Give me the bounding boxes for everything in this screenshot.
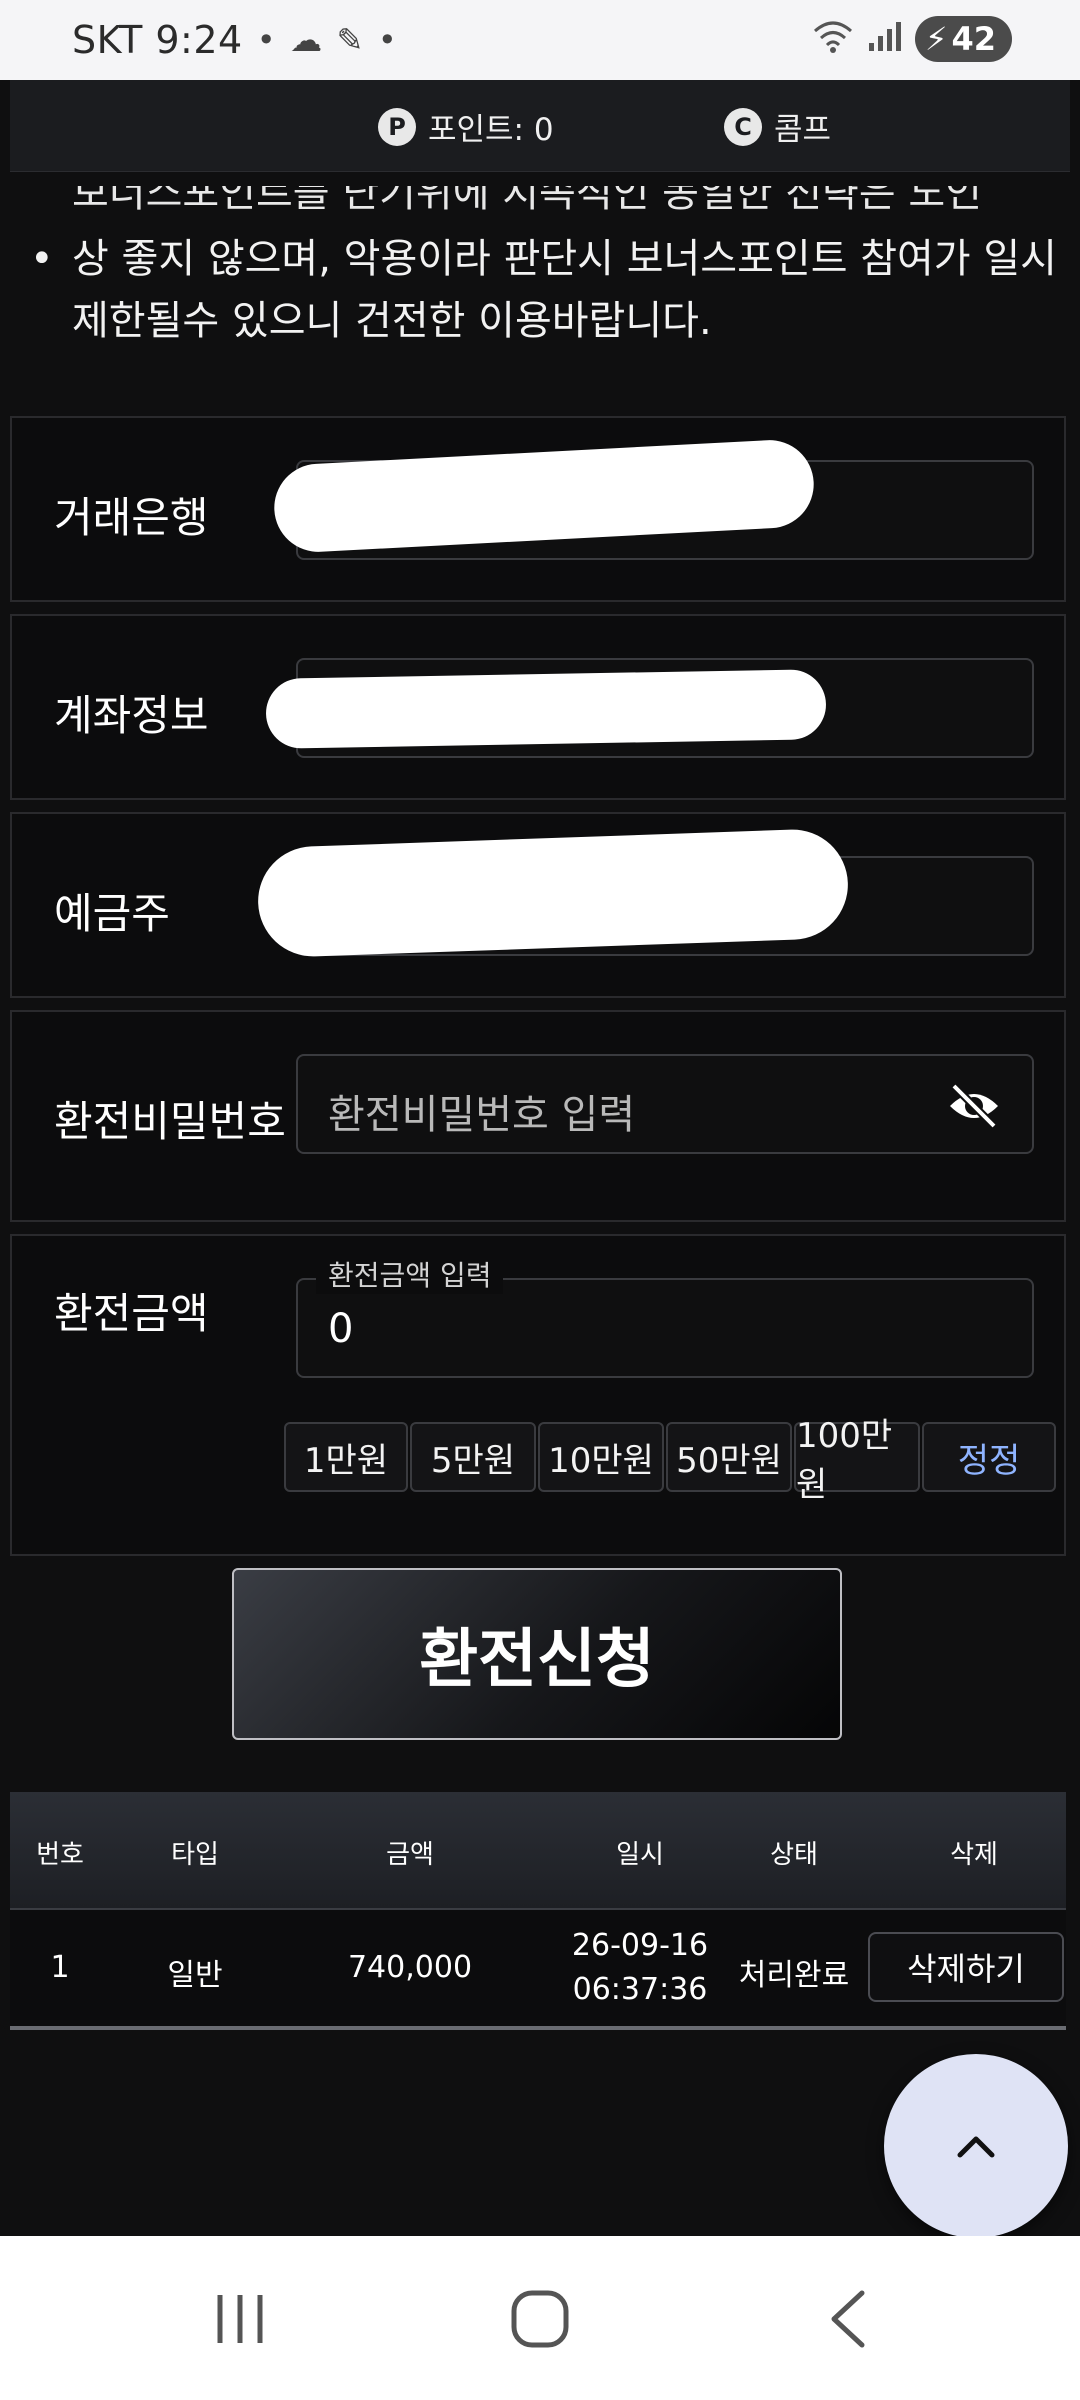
reset-amount-button[interactable]: 정정 [922,1422,1056,1492]
points-icon: P [378,107,416,146]
scroll-top-button[interactable] [884,2054,1068,2238]
quick-amount-50k-button[interactable]: 5만원 [410,1422,536,1492]
recent-apps-icon [217,2295,263,2343]
amount-value: 0 [328,1306,354,1352]
back-button[interactable] [808,2284,888,2354]
amount-legend: 환전금액 입력 [316,1254,504,1294]
row-amount: 740,000 [347,1950,473,1985]
header-no: 번호 [36,1840,84,1870]
points-label: 포인트: 0 [428,112,554,148]
points-item[interactable]: P 포인트: 0 [378,104,554,149]
password-input[interactable]: 환전비밀번호 입력 [296,1054,1034,1154]
cloud-icon: ☁ [290,21,323,59]
header-delete: 삭제 [950,1840,998,1870]
table-row: 1 일반 740,000 26-09-16 06:37:36 처리완료 삭제하기 [10,1910,1066,2030]
notice-cut-line: 보너스포인트를 단기위에 지속적인 동일한 전략은 노인 [72,186,982,216]
redaction-mark [265,669,827,749]
quick-amount-1m-button[interactable]: 100만원 [794,1416,920,1505]
bank-row: 거래은행 [10,416,1066,602]
comp-label: 콤프 [774,112,832,148]
home-button[interactable] [500,2284,580,2354]
back-icon [831,2290,865,2348]
system-nav-bar [0,2236,1080,2400]
quick-amount-10k-button[interactable]: 1만원 [284,1422,408,1492]
bullet-icon: • [30,236,54,282]
row-time: 06:37:36 [572,1972,708,2007]
points-bar: P 포인트: 0 C 콤프 [10,80,1070,172]
recent-apps-button[interactable] [200,2284,280,2354]
holder-label: 예금주 [54,889,170,938]
password-placeholder: 환전비밀번호 입력 [328,1092,636,1138]
amount-row: 환전금액 환전금액 입력 0 [10,1234,1066,1556]
header-amount: 금액 [386,1840,434,1870]
bank-label: 거래은행 [54,493,209,542]
amount-label: 환전금액 [54,1289,209,1338]
row-status: 처리완료 [738,1958,850,1993]
row-type: 일반 [167,1958,223,1993]
quick-amount-500k-button[interactable]: 50만원 [666,1422,792,1492]
exchange-request-button[interactable]: 환전신청 [232,1568,842,1740]
carrier-time: SKT 9:24 [72,18,243,62]
header-date: 일시 [616,1840,664,1870]
comp-item[interactable]: C 콤프 [724,104,831,149]
header-type: 타입 [171,1840,219,1870]
notification-dot-icon: • [256,21,277,59]
header-status: 상태 [770,1840,818,1870]
signal-icon [867,19,901,60]
redaction-mark [256,827,850,959]
notice-text: • 상 좋지 않으며, 악용이라 판단시 보너스포인트 참여가 일시제한될수 있… [30,228,1060,352]
quick-amount-buttons: 1만원 5만원 10만원 50만원 100만원 정정 [284,1416,1056,1505]
status-bar: SKT 9:24 • ☁ ✎ • ⚡ 42 [0,0,1080,80]
password-label: 환전비밀번호 [54,1097,286,1146]
comp-icon: C [724,107,762,146]
home-icon [511,2290,569,2348]
dot-icon: • [377,21,398,59]
table-header: 번호 타입 금액 일시 상태 삭제 [10,1792,1066,1910]
delete-button[interactable]: 삭제하기 [868,1932,1064,2002]
amount-input[interactable]: 환전금액 입력 0 [296,1254,1034,1378]
password-row: 환전비밀번호 환전비밀번호 입력 [10,1010,1066,1222]
quick-amount-100k-button[interactable]: 10만원 [538,1422,664,1492]
chevron-up-icon [957,2136,995,2158]
battery-charging-icon: ⚡ 42 [915,16,1012,62]
holder-row: 예금주 [10,812,1066,998]
wifi-icon [813,19,853,60]
battery-level: 42 [951,20,996,58]
eye-off-icon[interactable] [946,1082,1002,1130]
account-label: 계좌정보 [54,691,209,740]
pen-icon: ✎ [336,21,364,59]
row-date: 26-09-16 [571,1928,709,1963]
row-no: 1 [50,1950,70,1985]
account-row: 계좌정보 [10,614,1066,800]
